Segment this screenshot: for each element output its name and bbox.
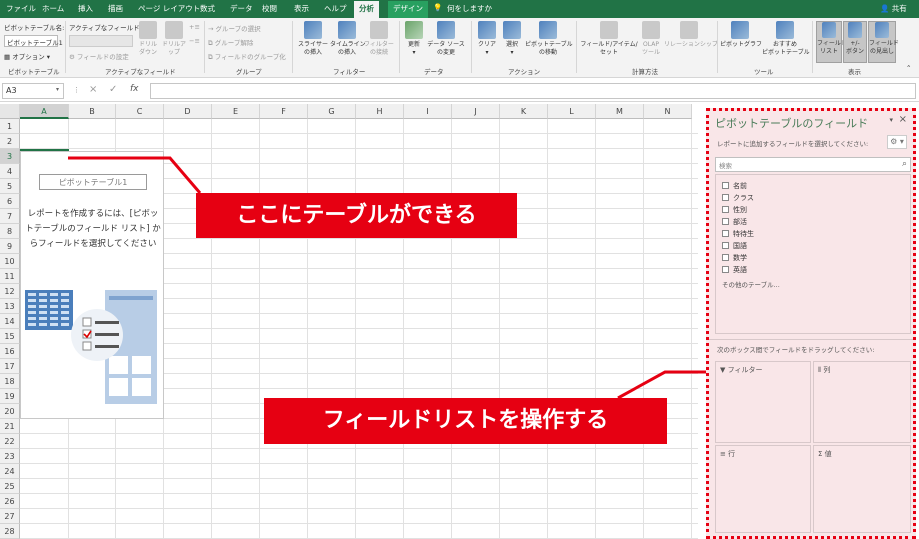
checkbox-icon[interactable] <box>722 218 729 225</box>
columns-area-text: 列 <box>823 366 831 374</box>
pane-subtitle: レポートに追加するフィールドを選択してください: <box>717 140 869 148</box>
field-label: クラス <box>733 194 754 202</box>
filters-area-text: フィルター <box>727 366 763 374</box>
field-item[interactable]: 名前 <box>722 181 747 191</box>
other-tables-link[interactable]: その他のテーブル... <box>722 279 780 289</box>
search-icon: ⌕ <box>901 159 907 169</box>
field-item[interactable]: 性別 <box>722 205 747 215</box>
values-area-label: Σ 値 <box>818 449 832 459</box>
checkbox-icon[interactable] <box>722 230 729 237</box>
callout-operate-fields: フィールドリストを操作する <box>264 398 667 444</box>
search-placeholder: 検索 <box>719 162 732 170</box>
checkbox-icon[interactable] <box>722 182 729 189</box>
field-label: 英語 <box>733 266 747 274</box>
gear-icon[interactable]: ⚙ ▾ <box>887 135 907 149</box>
columns-area-label: ⦀ 列 <box>818 365 830 375</box>
field-item[interactable]: 部活 <box>722 217 747 227</box>
pane-title: ピボットテーブルのフィールド <box>715 117 869 130</box>
field-item[interactable]: 特待生 <box>722 229 754 239</box>
field-label: 名前 <box>733 182 747 190</box>
pivot-field-list-pane: ピボットテーブルのフィールド ▾ × レポートに追加するフィールドを選択してくだ… <box>706 108 916 539</box>
callout-table-here: ここにテーブルができる <box>196 193 517 238</box>
close-icon[interactable]: × <box>899 114 907 125</box>
checkbox-icon[interactable] <box>722 254 729 261</box>
checkbox-icon[interactable] <box>722 194 729 201</box>
filters-area-label: ▼ フィルター <box>720 365 762 375</box>
values-area[interactable]: Σ 値 <box>813 445 911 533</box>
field-search-input[interactable]: 検索 ⌕ <box>715 157 911 172</box>
checkbox-icon[interactable] <box>722 242 729 249</box>
field-label: 数学 <box>733 254 747 262</box>
filters-area[interactable]: ▼ フィルター <box>715 361 811 443</box>
callout-line-2 <box>617 370 715 400</box>
callout-line-1 <box>68 156 202 194</box>
sigma-icon: Σ <box>818 450 825 458</box>
field-label: 特待生 <box>733 230 754 238</box>
rows-area[interactable]: ≡ 行 <box>715 445 811 533</box>
rows-icon: ≡ <box>720 450 729 458</box>
columns-area[interactable]: ⦀ 列 <box>813 361 911 443</box>
field-label: 性別 <box>733 206 747 214</box>
field-label: 国語 <box>733 242 747 250</box>
field-item[interactable]: 英語 <box>722 265 747 275</box>
checkbox-icon[interactable] <box>722 206 729 213</box>
pane-splitter[interactable] <box>709 339 913 340</box>
rows-area-text: 行 <box>728 450 736 458</box>
field-item[interactable]: 数学 <box>722 253 747 263</box>
values-area-text: 値 <box>824 450 832 458</box>
drag-instruction: 次のボックス間でフィールドをドラッグしてください: <box>717 346 875 354</box>
field-label: 部活 <box>733 218 747 226</box>
field-item[interactable]: 国語 <box>722 241 747 251</box>
field-list: 名前 クラス 性別 部活 特待生 国語 数学 英語 その他のテーブル... <box>715 174 911 334</box>
pane-options-icon[interactable]: ▾ <box>889 116 893 124</box>
rows-area-label: ≡ 行 <box>720 449 735 459</box>
filter-icon: ▼ <box>720 366 728 374</box>
checkbox-icon[interactable] <box>722 266 729 273</box>
field-item[interactable]: クラス <box>722 193 754 203</box>
